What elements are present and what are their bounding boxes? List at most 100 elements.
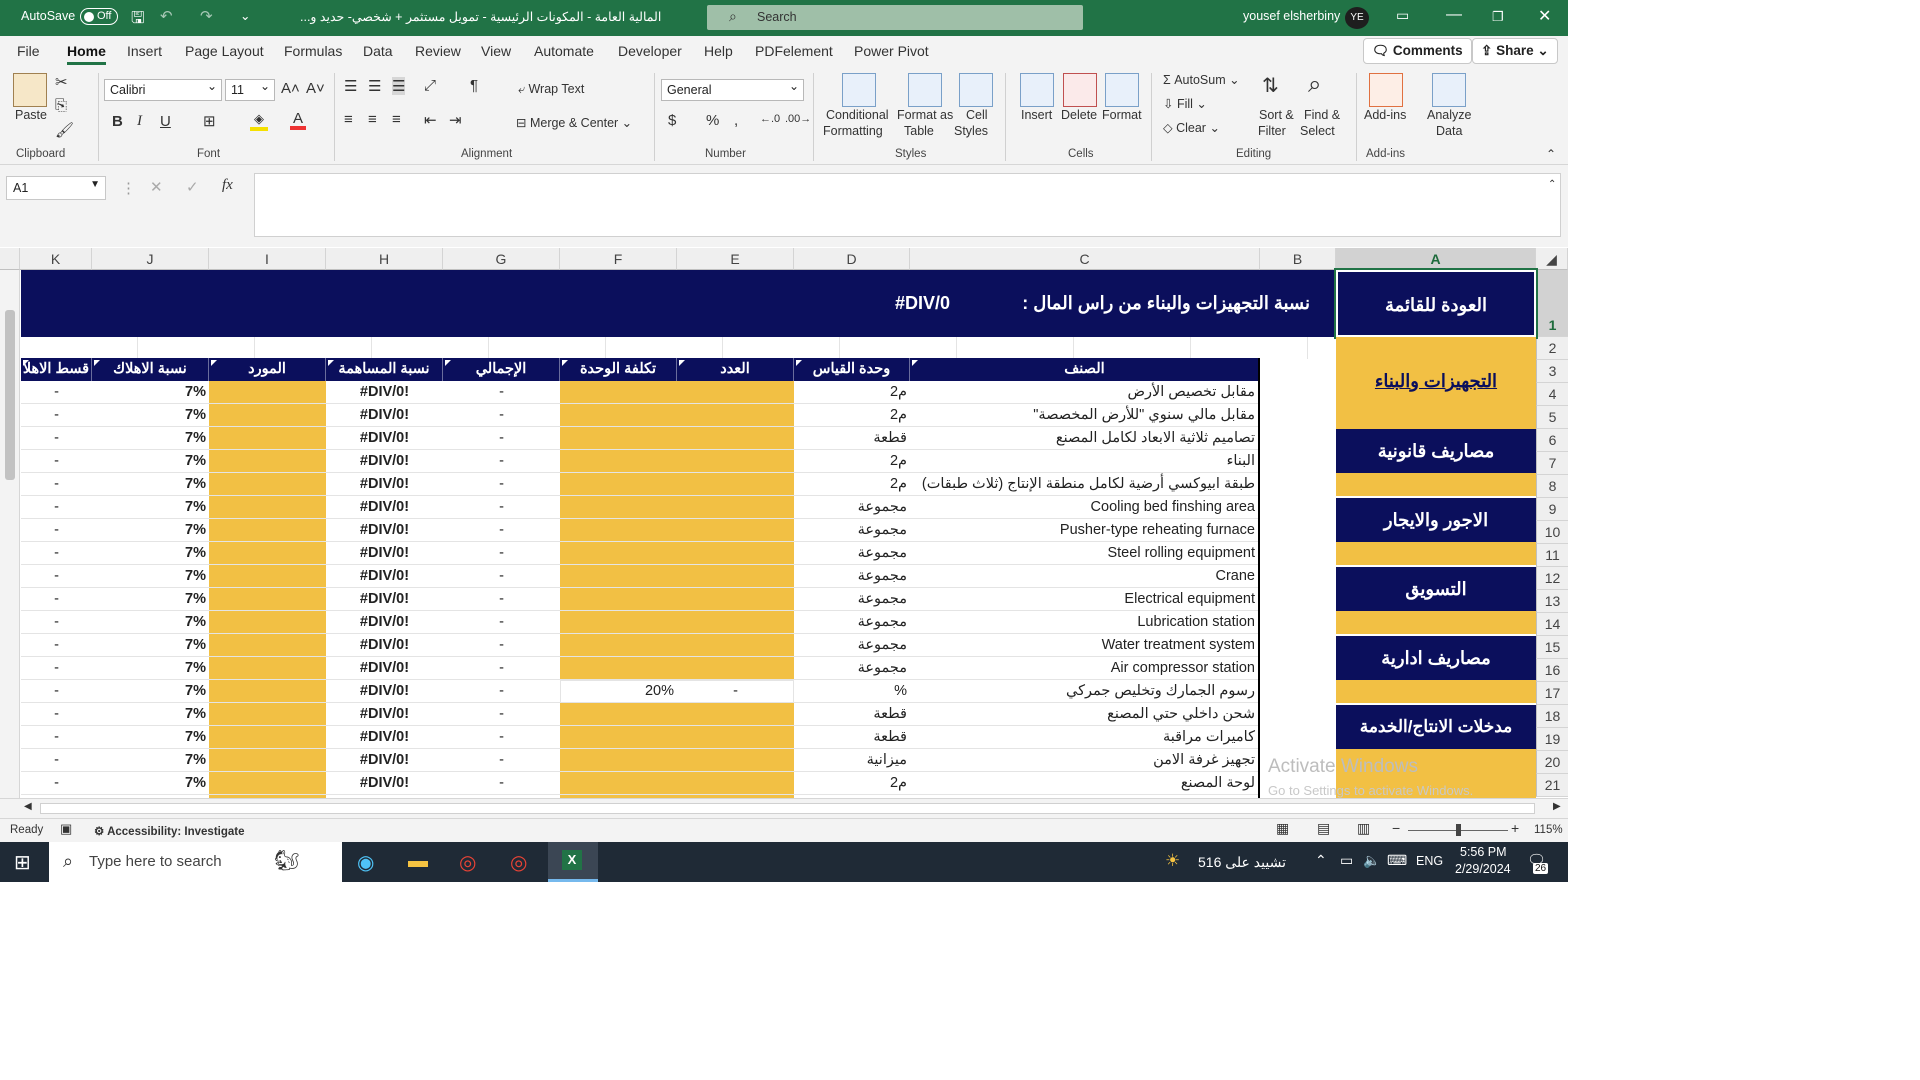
row-header-4[interactable]: 4: [1536, 383, 1568, 406]
cell-item[interactable]: تجهيز غرفة الامن: [910, 749, 1258, 772]
cell-item[interactable]: شحن داخلي حتي المصنع: [910, 703, 1258, 726]
cell-cost[interactable]: [560, 542, 677, 565]
customize-qat-icon[interactable]: ⌄: [240, 8, 250, 23]
header-total[interactable]: الإجمالي: [443, 358, 560, 381]
network-icon[interactable]: ▭: [1340, 852, 1353, 869]
cell-total[interactable]: -: [443, 427, 560, 450]
cell-item[interactable]: لوحة المصنع: [910, 772, 1258, 795]
equipment-link[interactable]: التجهيزات والبناء: [1336, 370, 1536, 392]
cell-unit[interactable]: مجموعة: [794, 496, 910, 519]
cell-contrib[interactable]: #DIV/0!: [326, 657, 443, 680]
align-right-icon[interactable]: ≡: [392, 111, 401, 128]
cell-total[interactable]: -: [443, 588, 560, 611]
column-header-g[interactable]: G: [443, 248, 560, 270]
row-2-cells[interactable]: [21, 337, 1335, 359]
tab-home[interactable]: Home: [67, 43, 106, 65]
clock-date[interactable]: 2/29/2024: [1455, 862, 1511, 876]
row-header-2[interactable]: 2: [1536, 337, 1568, 360]
cell-item[interactable]: Lubrication station: [910, 611, 1258, 634]
row-header-6[interactable]: 6: [1536, 429, 1568, 452]
fill-color-icon[interactable]: ◈: [250, 111, 268, 131]
header-contribution[interactable]: نسبة المساهمة: [326, 358, 443, 381]
cell-count[interactable]: [677, 496, 794, 519]
enter-icon[interactable]: ✓: [186, 178, 199, 196]
find-select-button[interactable]: Find &: [1304, 108, 1340, 122]
column-header-h[interactable]: H: [326, 248, 443, 270]
cell-contrib[interactable]: #DIV/0!: [326, 519, 443, 542]
tab-help[interactable]: Help: [704, 43, 733, 59]
page-layout-view-icon[interactable]: ▤: [1317, 820, 1330, 837]
cell-item[interactable]: Crane: [910, 565, 1258, 588]
analyze-data-icon[interactable]: [1432, 73, 1466, 107]
cell-depr[interactable]: 7%: [92, 381, 209, 404]
cell-count[interactable]: [677, 542, 794, 565]
tab-view[interactable]: View: [481, 43, 511, 59]
cell-unit[interactable]: م2: [794, 404, 910, 427]
cell-unit[interactable]: %: [794, 680, 910, 703]
cell-count[interactable]: [677, 772, 794, 795]
ribbon-display-icon[interactable]: ▭: [1396, 7, 1409, 24]
font-size-select[interactable]: 11: [225, 79, 275, 101]
file-name[interactable]: المالية العامة - المكونات الرئيسية - تمو…: [300, 9, 675, 24]
insert-function-icon[interactable]: fx: [222, 177, 233, 194]
row-header-11[interactable]: 11: [1536, 544, 1568, 567]
admin-expenses-button[interactable]: مصاريف ادارية: [1336, 636, 1536, 680]
minimize-icon[interactable]: —: [1446, 6, 1462, 24]
supplier-input-column[interactable]: [209, 381, 326, 798]
cell-count[interactable]: [677, 404, 794, 427]
increase-font-icon[interactable]: A˄: [281, 80, 300, 97]
cell-inst[interactable]: -: [21, 381, 92, 404]
tab-pdfelement[interactable]: PDFelement: [755, 43, 833, 59]
cell-item[interactable]: كاميرات مراقبة: [910, 726, 1258, 749]
cell-unit[interactable]: مجموعة: [794, 634, 910, 657]
cell-total[interactable]: -: [443, 565, 560, 588]
cell-contrib[interactable]: #DIV/0!: [326, 634, 443, 657]
chrome-icon[interactable]: ◎: [459, 850, 476, 875]
row-header-13[interactable]: 13: [1536, 590, 1568, 613]
cell-item[interactable]: Air compressor station: [910, 657, 1258, 680]
column-header-b[interactable]: B: [1260, 248, 1336, 270]
align-center-icon[interactable]: ≡: [368, 111, 377, 128]
analyze-data-button[interactable]: Analyze: [1427, 108, 1471, 122]
cell-unit[interactable]: مجموعة: [794, 657, 910, 680]
cell-count[interactable]: -: [677, 680, 794, 703]
cell-depr[interactable]: 7%: [92, 450, 209, 473]
cell-item[interactable]: طبقة ابيوكسي أرضية لكامل منطقة الإنتاج (…: [910, 473, 1258, 496]
cell-depr[interactable]: 7%: [92, 565, 209, 588]
cell-contrib[interactable]: #DIV/0!: [326, 542, 443, 565]
cell-inst[interactable]: -: [21, 450, 92, 473]
cell-cost[interactable]: [560, 473, 677, 496]
row-header-8[interactable]: 8: [1536, 475, 1568, 498]
cell-item[interactable]: Water treatment system: [910, 634, 1258, 657]
cut-icon[interactable]: ✂: [55, 73, 68, 91]
cell-cost[interactable]: [560, 588, 677, 611]
font-name-select[interactable]: Calibri: [104, 79, 222, 101]
cell-inst[interactable]: -: [21, 749, 92, 772]
header-unit[interactable]: وحدة القياس: [794, 358, 910, 381]
cancel-icon[interactable]: ✕: [150, 178, 163, 196]
insert-cells-button[interactable]: Insert: [1021, 108, 1052, 122]
cell-contrib[interactable]: #DIV/0!: [326, 772, 443, 795]
cell-total[interactable]: -: [443, 404, 560, 427]
cell-cost[interactable]: [560, 749, 677, 772]
zoom-slider-thumb[interactable]: [1456, 824, 1461, 836]
cell-count[interactable]: [677, 473, 794, 496]
cell-depr[interactable]: 7%: [92, 542, 209, 565]
cell-count[interactable]: [677, 588, 794, 611]
cell-cost[interactable]: [560, 496, 677, 519]
cell-inst[interactable]: -: [21, 427, 92, 450]
cell-contrib[interactable]: #DIV/0!: [326, 703, 443, 726]
align-top-icon[interactable]: ☰: [344, 77, 357, 95]
cell-unit[interactable]: قطعة: [794, 703, 910, 726]
language-icon[interactable]: ⌨: [1387, 852, 1407, 869]
cell-depr[interactable]: 7%: [92, 611, 209, 634]
horizontal-scroll-track[interactable]: [40, 803, 1535, 814]
user-name[interactable]: yousef elsherbiny: [1243, 9, 1340, 23]
format-cells-button[interactable]: Format: [1102, 108, 1142, 122]
windows-start-icon[interactable]: ⊞: [14, 850, 31, 875]
sort-filter-icon[interactable]: ⇅: [1262, 73, 1279, 98]
conditional-formatting-button[interactable]: Conditional: [826, 108, 889, 122]
cell-total[interactable]: -: [443, 381, 560, 404]
header-depreciation[interactable]: نسبة الاهلاك: [92, 358, 209, 381]
cell-inst[interactable]: -: [21, 565, 92, 588]
